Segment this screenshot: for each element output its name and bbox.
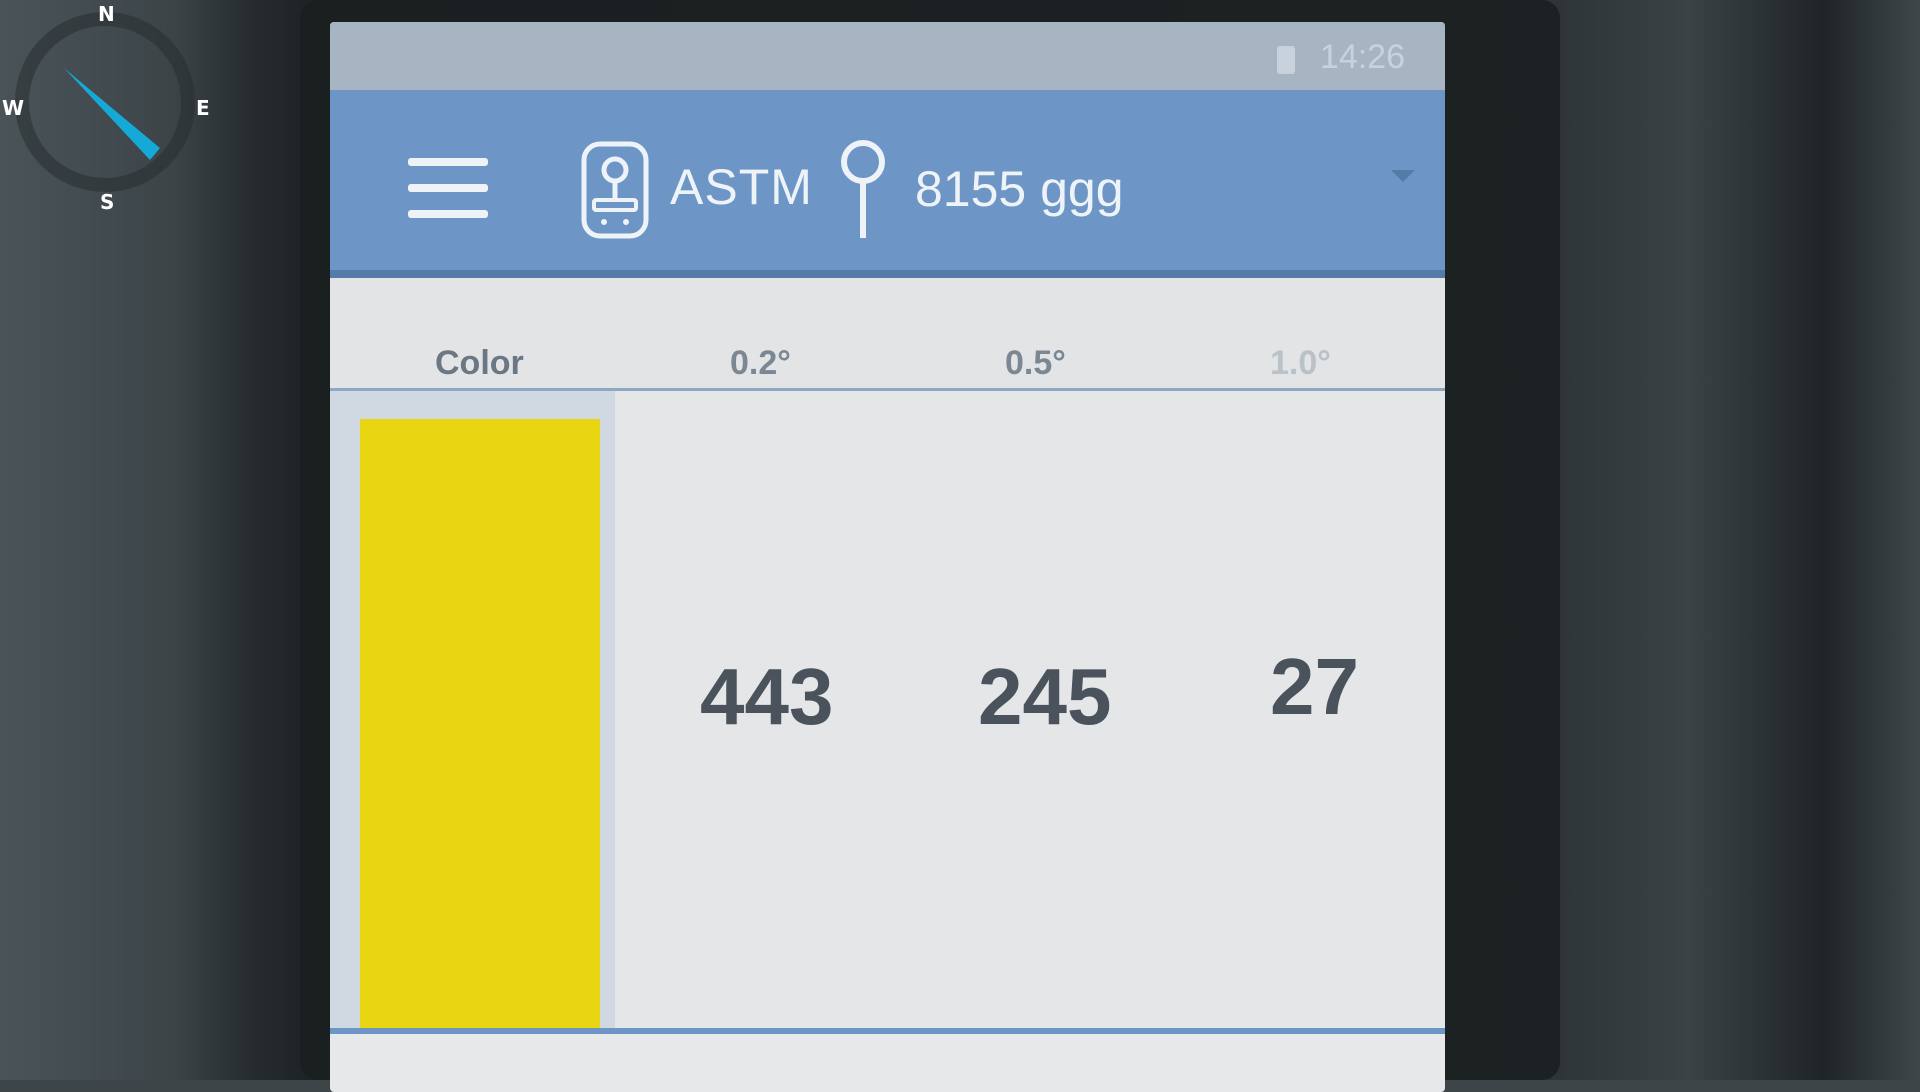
color-cell xyxy=(330,391,615,1031)
table-row[interactable]: 443 245 27 xyxy=(330,391,1445,1031)
header-color: Color xyxy=(435,344,524,382)
pin-icon xyxy=(841,140,885,238)
compass-east: E xyxy=(196,96,210,120)
value-1-0: 27 xyxy=(1270,642,1359,731)
compass-overlay: N S W E xyxy=(0,0,215,215)
value-0-5: 245 xyxy=(978,652,1112,741)
instrument-icon xyxy=(581,141,649,239)
compass-north: N xyxy=(98,2,115,26)
battery-icon xyxy=(1277,46,1295,74)
value-0-2: 443 xyxy=(700,652,834,741)
header-angle-0-2: 0.2° xyxy=(730,344,791,382)
color-swatch xyxy=(360,419,600,1029)
header-angle-0-5: 0.5° xyxy=(1005,344,1066,382)
sample-name[interactable]: 8155 ggg xyxy=(915,160,1124,218)
compass-south: S xyxy=(100,190,115,214)
app-bar: ASTM 8155 ggg xyxy=(330,90,1445,278)
dropdown-arrow-icon[interactable] xyxy=(1391,170,1415,182)
app-title: ASTM xyxy=(670,159,813,215)
status-bar: 14:26 xyxy=(330,22,1445,90)
footer-divider xyxy=(330,1028,1445,1034)
hamburger-menu-icon[interactable] xyxy=(408,158,488,218)
status-time: 14:26 xyxy=(1319,38,1405,76)
table-header: Color 0.2° 0.5° 1.0° xyxy=(330,278,1445,391)
header-angle-1-0: 1.0° xyxy=(1270,344,1331,382)
compass-needle-icon xyxy=(64,68,160,160)
compass-west: W xyxy=(2,96,25,120)
device-screen: 14:26 ASTM 8155 ggg Color 0.2° 0.5° 1.0° xyxy=(330,22,1445,1092)
